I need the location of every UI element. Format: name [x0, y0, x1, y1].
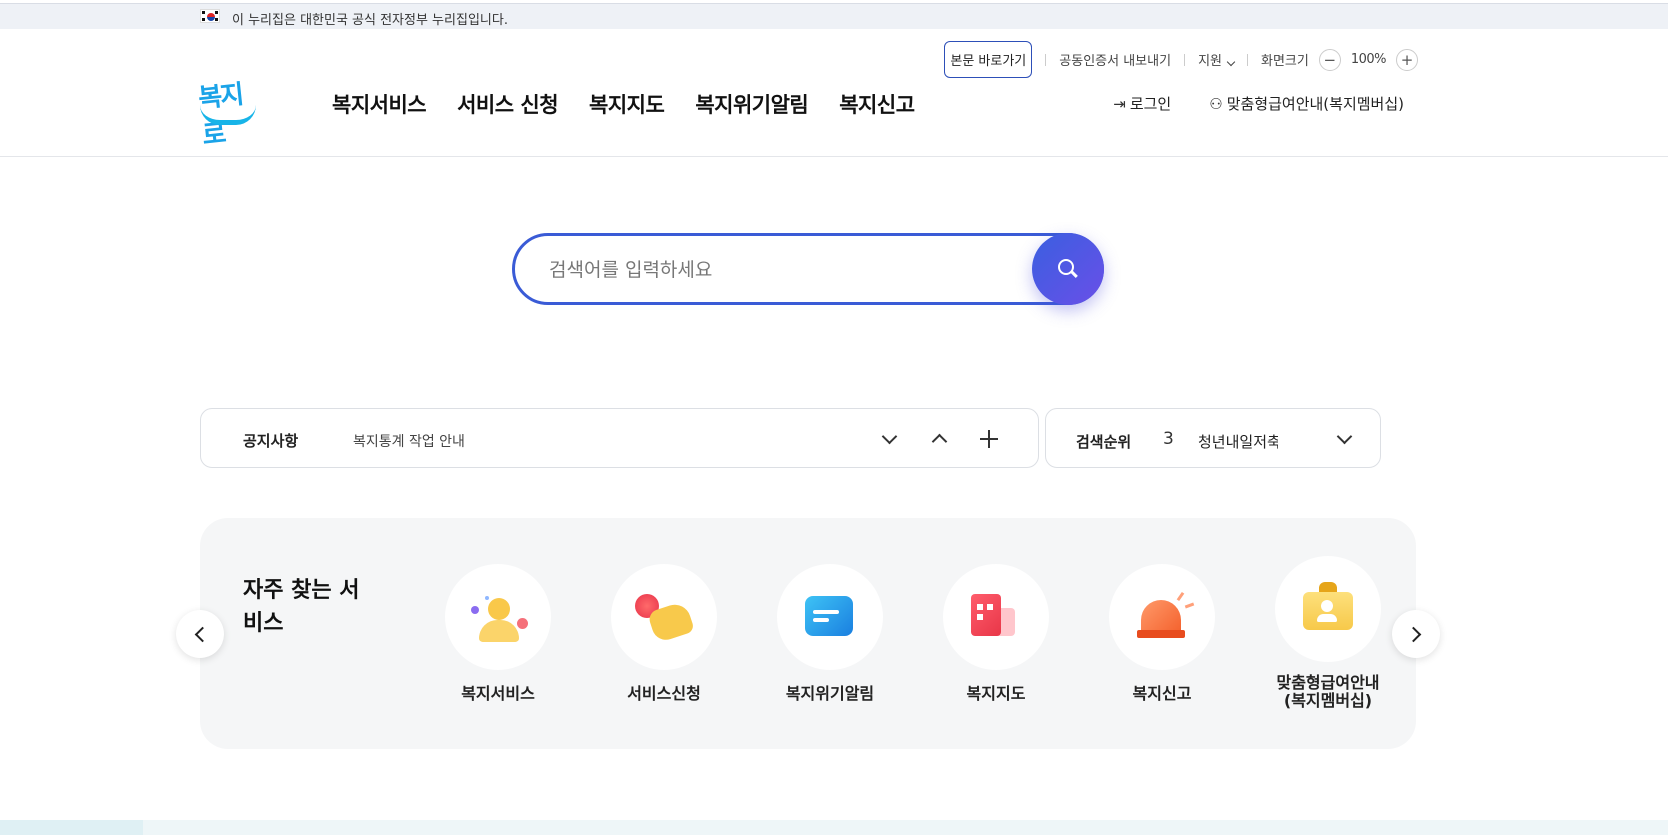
custom-guide-link[interactable]: ⚇ 맞춤형급여안내(복지멤버십)	[1209, 93, 1404, 114]
rank-label: 검색순위	[1076, 433, 1132, 451]
rank-expand-button[interactable]	[1334, 428, 1354, 449]
chevron-right-icon	[1405, 626, 1422, 642]
gov-banner-text: 이 누리집은 대한민국 공식 전자정부 누리집입니다.	[232, 13, 508, 28]
chevron-down-icon	[881, 428, 897, 445]
skip-to-content-link[interactable]: 본문 바로가기	[944, 41, 1033, 78]
rank-term[interactable]: 청년내일저축	[1198, 431, 1278, 452]
login-link[interactable]: ⇥ 로그인	[1113, 93, 1171, 114]
gov-banner: 이 누리집은 대한민국 공식 전자정부 누리집입니다.	[0, 3, 1668, 29]
korea-flag-icon	[200, 9, 220, 23]
fav-welfare-service[interactable]: 복지서비스	[428, 564, 568, 703]
notice-more-button[interactable]	[979, 429, 999, 449]
chat-icon	[777, 564, 883, 670]
favorites-title: 자주 찾는 서비스	[243, 578, 360, 636]
cert-export-link[interactable]: 공동인증서 내보내기	[1059, 50, 1171, 69]
notice-prev-button[interactable]	[929, 429, 949, 450]
id-card-icon	[1275, 556, 1381, 662]
notice-next-button[interactable]	[879, 428, 899, 449]
building-map-icon	[943, 564, 1049, 670]
logo[interactable]: 복지로	[196, 75, 262, 151]
chevron-left-icon	[194, 626, 211, 642]
nav-welfare-map[interactable]: 복지지도	[589, 89, 665, 119]
zoom-in-button[interactable]: +	[1396, 48, 1418, 71]
nav-welfare-service[interactable]: 복지서비스	[332, 89, 427, 119]
main-nav: 복지서비스 서비스 신청 복지지도 복지위기알림 복지신고	[332, 89, 915, 119]
siren-icon	[1109, 564, 1215, 670]
zoom-out-button[interactable]: −	[1318, 48, 1341, 71]
nav-welfare-report[interactable]: 복지신고	[839, 89, 915, 119]
fav-crisis-alert[interactable]: 복지위기알림	[760, 564, 900, 703]
fav-welfare-map[interactable]: 복지지도	[926, 564, 1066, 703]
search-button[interactable]	[1032, 233, 1104, 305]
fav-service-apply[interactable]: 서비스신청	[594, 564, 734, 703]
search-rank-bar: 검색순위 3 청년내일저축	[1045, 408, 1381, 468]
notice-bar: 공지사항 복지통계 작업 안내	[200, 408, 1039, 468]
fav-custom-guide[interactable]: 맞춤형급여안내 (복지멤버십)	[1258, 556, 1398, 710]
chevron-down-icon	[1336, 428, 1352, 445]
rank-number: 3	[1163, 429, 1174, 449]
chevron-up-icon	[931, 433, 947, 450]
favorites-prev-button[interactable]	[176, 610, 224, 658]
search-input[interactable]	[549, 254, 989, 286]
nav-service-apply[interactable]: 서비스 신청	[457, 89, 558, 119]
login-icon: ⇥	[1113, 95, 1126, 113]
footer-strip	[0, 820, 1668, 835]
notice-item[interactable]: 복지통계 작업 안내	[353, 431, 465, 451]
notice-label: 공지사항	[243, 432, 299, 450]
plus-icon	[980, 430, 998, 448]
zoom-value: 100%	[1350, 52, 1387, 67]
touch-icon	[611, 564, 717, 670]
utility-bar: 본문 바로가기 공동인증서 내보내기 지원 화면크기 − 100% +	[944, 41, 1418, 78]
favorites-next-button[interactable]	[1392, 610, 1440, 658]
search-box	[512, 233, 1104, 305]
person-icon	[445, 564, 551, 670]
header: 본문 바로가기 공동인증서 내보내기 지원 화면크기 − 100% + 복지로 …	[0, 29, 1668, 157]
member-menu: ⇥ 로그인 ⚇ 맞춤형급여안내(복지멤버십)	[1113, 93, 1404, 114]
nav-crisis-alert[interactable]: 복지위기알림	[695, 89, 808, 119]
user-plus-icon: ⚇	[1209, 95, 1223, 113]
favorite-services: 자주 찾는 서비스 복지서비스 서비스신청 복지위기알림 복지지도 복지신고 맞…	[200, 518, 1416, 749]
chevron-down-icon	[1226, 57, 1236, 67]
search-icon	[1058, 259, 1078, 279]
fav-welfare-report[interactable]: 복지신고	[1092, 564, 1232, 703]
support-dropdown[interactable]: 지원	[1198, 50, 1236, 69]
zoom-label: 화면크기	[1260, 54, 1309, 69]
